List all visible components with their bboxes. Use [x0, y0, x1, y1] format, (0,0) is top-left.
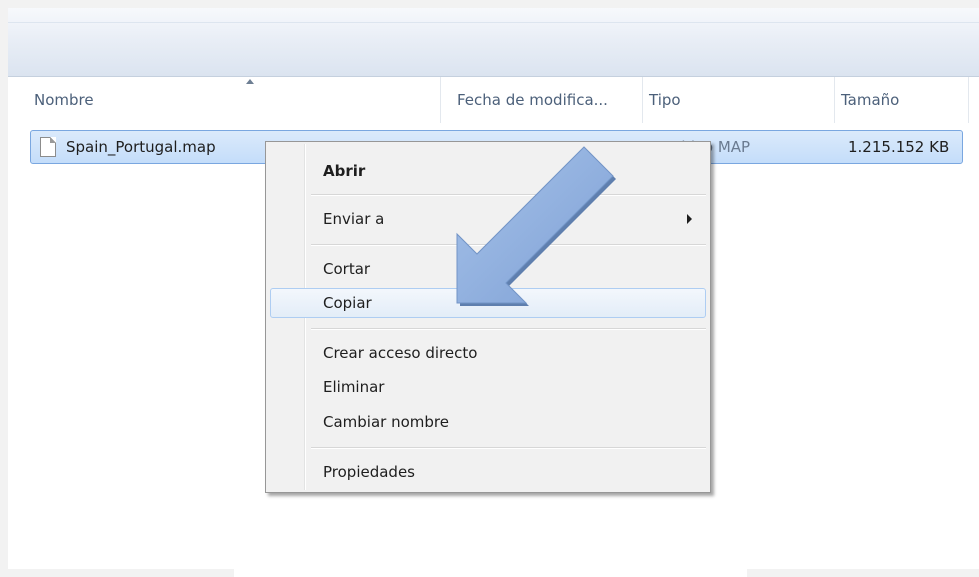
annotation-arrow-icon: [456, 146, 616, 306]
